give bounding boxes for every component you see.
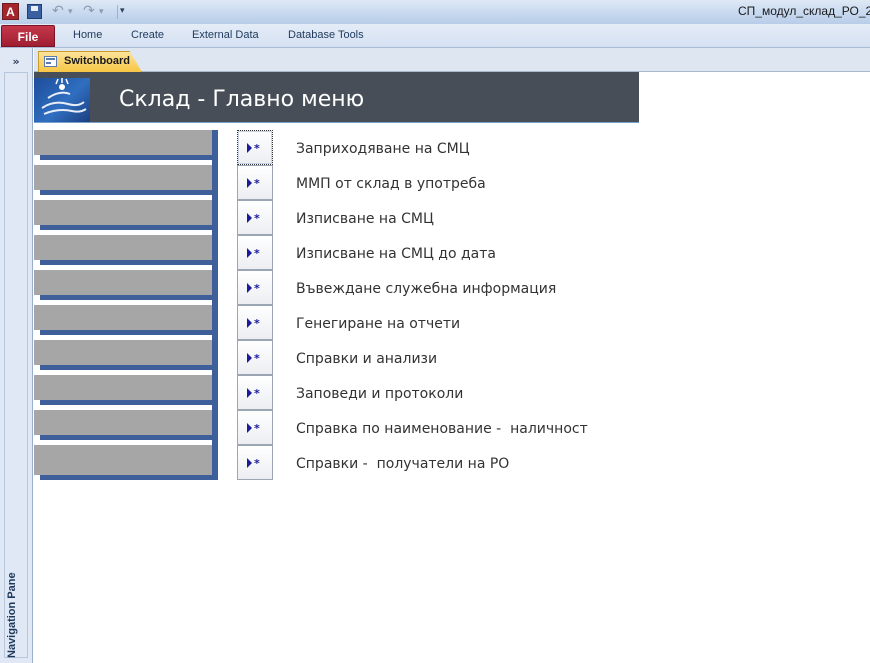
menu-label-5[interactable]: Въвеждане служебна информация bbox=[296, 281, 556, 297]
tab-database-tools[interactable]: Database Tools bbox=[288, 29, 364, 41]
svg-text:*: * bbox=[254, 178, 260, 188]
svg-text:*: * bbox=[254, 353, 260, 363]
decorative-row bbox=[34, 305, 212, 335]
menu-label-3[interactable]: Изписване на СМЦ bbox=[296, 211, 434, 227]
undo-dropdown-icon[interactable]: ▾ bbox=[68, 7, 73, 17]
save-icon[interactable] bbox=[27, 4, 42, 19]
switchboard-form: Склад - Главно меню * * * * * * * * * * … bbox=[34, 72, 870, 663]
decorative-row bbox=[34, 375, 212, 405]
run-command-icon: * bbox=[247, 388, 260, 398]
run-command-icon: * bbox=[247, 318, 260, 328]
menu-button-1[interactable]: * bbox=[237, 130, 273, 165]
menu-button-6[interactable]: * bbox=[237, 305, 273, 340]
tab-home[interactable]: Home bbox=[73, 29, 102, 41]
nav-pane-label[interactable]: Navigation Pane bbox=[6, 508, 28, 658]
svg-text:*: * bbox=[254, 423, 260, 433]
decorative-row bbox=[34, 165, 212, 195]
tab-create[interactable]: Create bbox=[131, 29, 164, 41]
menu-label-4[interactable]: Изписване на СМЦ до дата bbox=[296, 246, 496, 262]
run-command-icon: * bbox=[247, 283, 260, 293]
decorative-row bbox=[34, 445, 212, 480]
svg-text:*: * bbox=[254, 213, 260, 223]
access-app-icon[interactable]: A bbox=[2, 3, 19, 20]
ribbon-tab-bar: File Home Create External Data Database … bbox=[0, 24, 870, 48]
menu-label-2[interactable]: ММП от склад в употреба bbox=[296, 176, 486, 192]
menu-button-2[interactable]: * bbox=[237, 165, 273, 200]
run-command-icon: * bbox=[247, 458, 260, 468]
menu-button-8[interactable]: * bbox=[237, 375, 273, 410]
document-tab-strip: Switchboard bbox=[34, 48, 870, 72]
form-header: Склад - Главно меню bbox=[34, 72, 639, 123]
run-command-icon: * bbox=[247, 248, 260, 258]
svg-text:*: * bbox=[254, 283, 260, 293]
svg-text:*: * bbox=[254, 248, 260, 258]
customize-qat-icon[interactable]: ▾ bbox=[120, 6, 125, 16]
decorative-row bbox=[34, 340, 212, 370]
menu-button-4[interactable]: * bbox=[237, 235, 273, 270]
svg-text:*: * bbox=[254, 458, 260, 468]
window-title: СП_модул_склад_РО_2 bbox=[738, 4, 870, 18]
menu-label-9[interactable]: Справка по наименование - наличност bbox=[296, 421, 588, 437]
decorative-border bbox=[212, 130, 218, 480]
decorative-panel bbox=[34, 130, 218, 480]
decorative-border bbox=[40, 475, 218, 480]
undo-icon[interactable]: ↶ bbox=[52, 3, 64, 19]
run-command-icon: * bbox=[247, 423, 260, 433]
form-title: Склад - Главно меню bbox=[119, 87, 365, 112]
svg-text:*: * bbox=[254, 388, 260, 398]
menu-button-7[interactable]: * bbox=[237, 340, 273, 375]
qat-separator bbox=[117, 5, 118, 19]
decorative-row bbox=[34, 130, 212, 160]
menu-button-3[interactable]: * bbox=[237, 200, 273, 235]
run-command-icon: * bbox=[247, 213, 260, 223]
run-command-icon: * bbox=[247, 143, 260, 153]
navigation-pane[interactable]: » Navigation Pane bbox=[0, 48, 33, 663]
title-bar: A ↶ ▾ ↷ ▾ ▾ СП_модул_склад_РО_2 bbox=[0, 0, 870, 24]
redo-dropdown-icon[interactable]: ▾ bbox=[99, 7, 104, 17]
redo-icon[interactable]: ↷ bbox=[83, 3, 95, 19]
form-icon bbox=[44, 56, 57, 67]
decorative-row bbox=[34, 200, 212, 230]
tab-file[interactable]: File bbox=[1, 25, 55, 47]
menu-button-5[interactable]: * bbox=[237, 270, 273, 305]
svg-text:*: * bbox=[254, 318, 260, 328]
menu-button-10[interactable]: * bbox=[237, 445, 273, 480]
decorative-row bbox=[34, 270, 212, 300]
menu-button-9[interactable]: * bbox=[237, 410, 273, 445]
menu-label-7[interactable]: Справки и анализи bbox=[296, 351, 437, 367]
menu-label-1[interactable]: Заприходяване на СМЦ bbox=[296, 141, 470, 157]
company-logo-icon bbox=[34, 78, 90, 122]
document-tab-label: Switchboard bbox=[64, 55, 131, 67]
decorative-row bbox=[34, 235, 212, 265]
run-command-icon: * bbox=[247, 353, 260, 363]
tab-switchboard[interactable]: Switchboard bbox=[38, 51, 142, 72]
run-command-icon: * bbox=[247, 178, 260, 188]
menu-label-10[interactable]: Справки - получатели на РО bbox=[296, 456, 509, 472]
svg-text:*: * bbox=[254, 143, 260, 153]
menu-label-6[interactable]: Генегиране на отчети bbox=[296, 316, 460, 332]
menu-label-8[interactable]: Заповеди и протоколи bbox=[296, 386, 463, 402]
tab-external-data[interactable]: External Data bbox=[192, 29, 259, 41]
expand-nav-pane-button[interactable]: » bbox=[4, 54, 28, 70]
decorative-row bbox=[34, 410, 212, 440]
